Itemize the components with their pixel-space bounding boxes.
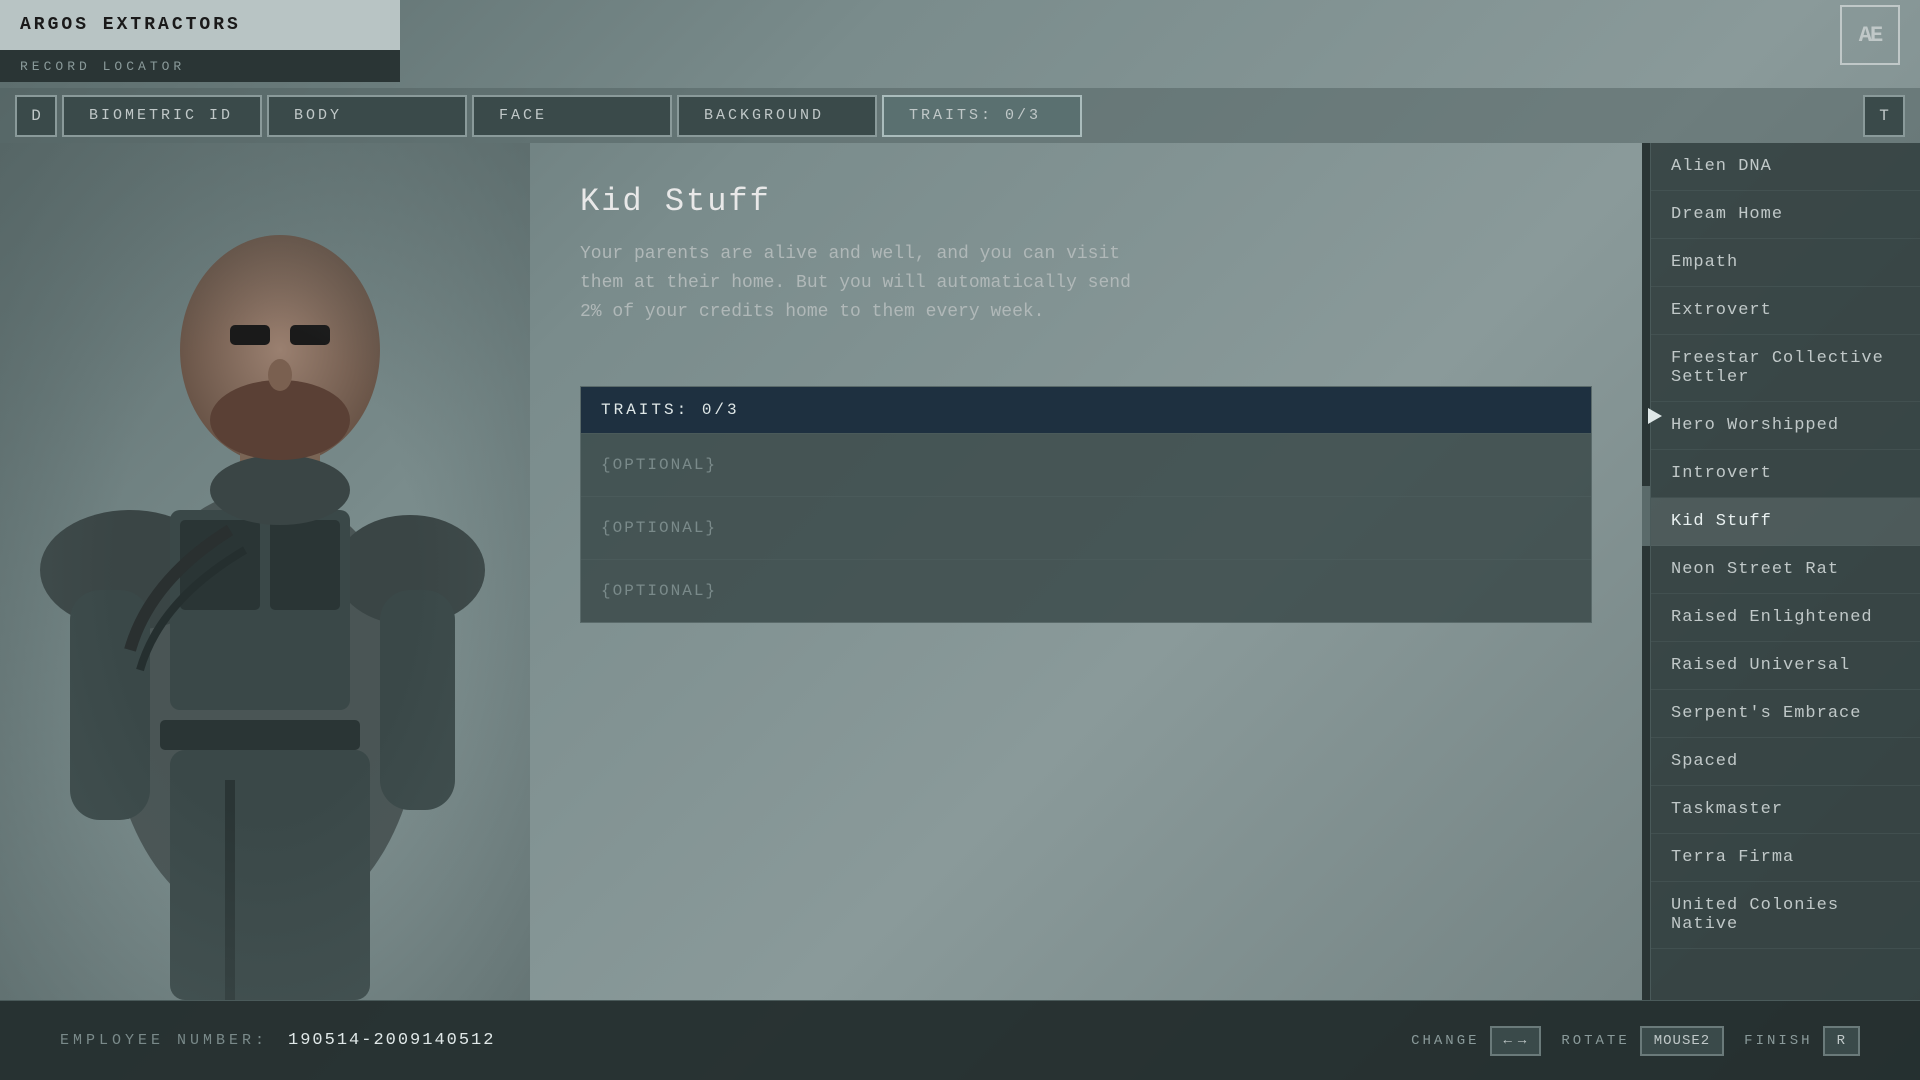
trait-slot-2-label: {OPTIONAL} (601, 519, 717, 537)
center-content: Kid Stuff Your parents are alive and wel… (530, 143, 1642, 1000)
sidebar-item-neon-street-rat[interactable]: Neon Street Rat (1651, 546, 1920, 594)
scrollbar-track[interactable] (1642, 143, 1650, 1000)
nav-tabs: D BIOMETRIC ID BODY FACE BACKGROUND TRAI… (0, 88, 1920, 143)
nav-right-symbol: T (1879, 107, 1889, 125)
tab-biometric[interactable]: BIOMETRIC ID (62, 95, 262, 137)
rotate-label: ROTATE (1561, 1033, 1629, 1049)
trait-title: Kid Stuff (580, 183, 1592, 220)
sidebar-item-taskmaster[interactable]: Taskmaster (1651, 786, 1920, 834)
sidebar-item-empath[interactable]: Empath (1651, 239, 1920, 287)
employee-number: 190514-2009140512 (288, 1031, 495, 1050)
tab-traits[interactable]: TRAITS: 0/3 (882, 95, 1082, 137)
bottom-bar: EMPLOYEE NUMBER: 190514-2009140512 CHANG… (0, 1000, 1920, 1080)
trait-slot-3[interactable]: {OPTIONAL} (581, 559, 1591, 622)
trait-description: Your parents are alive and well, and you… (580, 240, 1160, 326)
sidebar-item-hero-worshipped[interactable]: Hero Worshipped (1651, 402, 1920, 450)
tab-biometric-label: BIOMETRIC ID (89, 107, 233, 124)
main-content: Kid Stuff Your parents are alive and wel… (0, 143, 1920, 1000)
change-label: CHANGE (1411, 1033, 1479, 1049)
sidebar-item-serpents-embrace[interactable]: Serpent's Embrace (1651, 690, 1920, 738)
sidebar-item-spaced[interactable]: Spaced (1651, 738, 1920, 786)
finish-label: FINISH (1744, 1033, 1812, 1049)
tab-traits-label: TRAITS: 0/3 (909, 107, 1041, 124)
character-figure (30, 143, 500, 1000)
nav-left-symbol: D (31, 107, 41, 125)
trait-slot-2[interactable]: {OPTIONAL} (581, 496, 1591, 559)
employee-label: EMPLOYEE NUMBER: (60, 1032, 268, 1049)
record-locator: RECORD LOCATOR (0, 50, 400, 82)
top-bar: ARGOS EXTRACTORS AE RECORD LOCATOR (0, 0, 1920, 100)
sidebar-item-alien-dna[interactable]: Alien DNA (1651, 143, 1920, 191)
rotate-action: ROTATE MOUSE2 (1561, 1026, 1724, 1056)
trait-slot-3-label: {OPTIONAL} (601, 582, 717, 600)
traits-panel: TRAITS: 0/3 {OPTIONAL} {OPTIONAL} {OPTIO… (580, 386, 1592, 623)
nav-right-icon[interactable]: T (1863, 95, 1905, 137)
sidebar-item-extrovert[interactable]: Extrovert (1651, 287, 1920, 335)
title-bar: ARGOS EXTRACTORS AE (0, 0, 1920, 50)
trait-slot-1-label: {OPTIONAL} (601, 456, 717, 474)
ae-logo: AE (1840, 5, 1900, 65)
change-next-icon: → (1518, 1033, 1527, 1049)
tab-background[interactable]: BACKGROUND (677, 95, 877, 137)
rotate-key[interactable]: MOUSE2 (1640, 1026, 1724, 1056)
change-action: CHANGE ← → (1411, 1026, 1541, 1056)
sidebar-item-dream-home[interactable]: Dream Home (1651, 191, 1920, 239)
tab-face-label: FACE (499, 107, 547, 124)
sidebar-item-freestar[interactable]: Freestar Collective Settler (1651, 335, 1920, 402)
traits-list[interactable]: Alien DNADream HomeEmpathExtrovertFreest… (1650, 143, 1920, 1000)
tab-body[interactable]: BODY (267, 95, 467, 137)
character-area (0, 143, 530, 1000)
change-key[interactable]: ← → (1490, 1026, 1542, 1056)
bottom-right-actions: CHANGE ← → ROTATE MOUSE2 FINISH R (1411, 1026, 1860, 1056)
sidebar-item-raised-universal[interactable]: Raised Universal (1651, 642, 1920, 690)
sidebar-item-kid-stuff[interactable]: Kid Stuff (1651, 498, 1920, 546)
tab-body-label: BODY (294, 107, 342, 124)
sidebar-item-introvert[interactable]: Introvert (1651, 450, 1920, 498)
trait-slot-1[interactable]: {OPTIONAL} (581, 433, 1591, 496)
app-title: ARGOS EXTRACTORS (0, 0, 400, 50)
finish-action: FINISH R (1744, 1026, 1860, 1056)
tab-background-label: BACKGROUND (704, 107, 824, 124)
sidebar-item-united-colonies-native[interactable]: United Colonies Native (1651, 882, 1920, 949)
cursor-indicator (1648, 408, 1662, 424)
finish-key-label: R (1837, 1033, 1846, 1049)
change-prev-icon: ← (1504, 1033, 1513, 1049)
sidebar-item-raised-enlightened[interactable]: Raised Enlightened (1651, 594, 1920, 642)
finish-key[interactable]: R (1823, 1026, 1860, 1056)
nav-left-icon[interactable]: D (15, 95, 57, 137)
traits-panel-header: TRAITS: 0/3 (581, 387, 1591, 433)
sidebar-item-terra-firma[interactable]: Terra Firma (1651, 834, 1920, 882)
scrollbar-thumb[interactable] (1642, 486, 1650, 546)
rotate-key-label: MOUSE2 (1654, 1033, 1710, 1049)
tab-face[interactable]: FACE (472, 95, 672, 137)
